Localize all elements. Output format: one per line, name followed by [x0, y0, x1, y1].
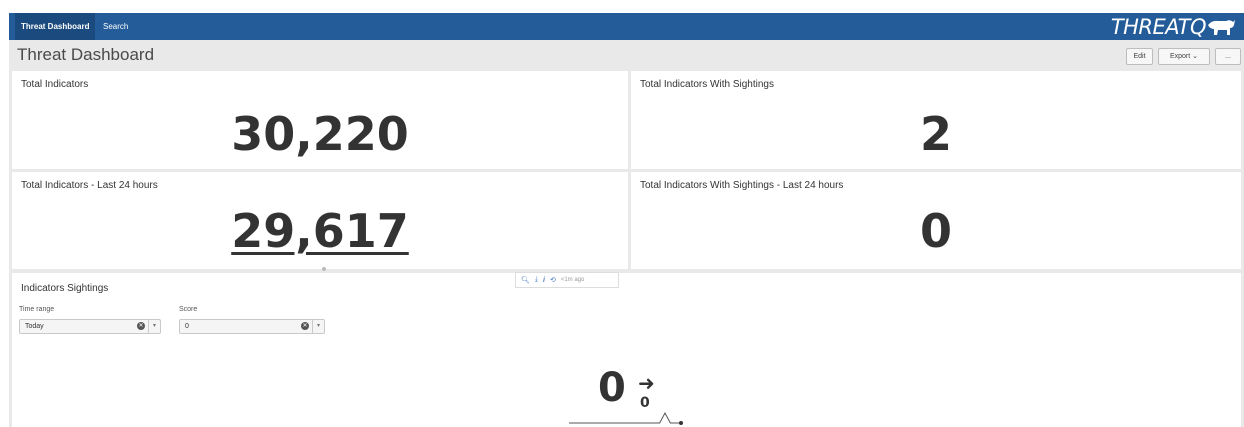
single-value: 2: [919, 107, 952, 161]
clear-icon[interactable]: ✕: [301, 322, 309, 330]
panel-total-sightings: Total Indicators With Sightings 2: [631, 71, 1241, 169]
panel-title: Total Indicators With Sightings: [640, 79, 774, 90]
panel-title: Indicators Sightings: [21, 283, 109, 294]
refresh-icon[interactable]: ⟲: [550, 276, 556, 284]
logo-text: THREATQ: [1110, 15, 1207, 39]
panel-title: Total Indicators: [21, 79, 89, 90]
panel-sightings-last24: Total Indicators With Sightings - Last 2…: [631, 172, 1241, 269]
export-label: Export: [1169, 53, 1191, 60]
time-range-select[interactable]: Today ✕ ▾: [19, 319, 161, 334]
panel-last24: Total Indicators - Last 24 hours 29,617: [12, 172, 628, 269]
search-icon[interactable]: 🔍︎: [521, 276, 530, 284]
more-button[interactable]: ...: [1215, 48, 1241, 65]
single-value-link[interactable]: 29,617: [12, 204, 628, 258]
info-icon[interactable]: i: [543, 277, 545, 284]
edit-button[interactable]: Edit: [1126, 48, 1153, 65]
score-label: Score: [179, 306, 198, 313]
sparkline: [569, 411, 683, 425]
sparkline-line: [569, 411, 681, 424]
delta-value: 0: [640, 395, 650, 411]
panel-indicators-sightings: Indicators Sightings: [12, 273, 1241, 427]
page-title: Threat Dashboard: [17, 45, 155, 64]
score-select[interactable]: 0 ✕ ▾: [179, 319, 325, 334]
panel-toolbar: 🔍︎ ⤓ i ⟲ <1m ago: [515, 272, 619, 288]
chevron-down-icon: ⌄: [1192, 53, 1199, 60]
bull-logo-icon: [1208, 20, 1235, 35]
caret-down-icon[interactable]: ▾: [148, 320, 160, 333]
time-range-label: Time range: [19, 306, 55, 313]
last-updated: <1m ago: [560, 277, 585, 283]
tab-search[interactable]: Search: [97, 13, 134, 40]
top-nav: Threat Dashboard Search THREATQ: [9, 13, 1244, 40]
tab-threat-dashboard[interactable]: Threat Dashboard: [15, 13, 96, 40]
panel-total-indicators: Total Indicators 30,220: [12, 71, 628, 169]
clear-icon[interactable]: ✕: [137, 322, 145, 330]
single-value: 0: [919, 204, 952, 258]
arrow-right-icon: ➜: [638, 373, 655, 395]
caret-down-icon[interactable]: ▾: [312, 320, 324, 333]
resize-handle[interactable]: [322, 267, 326, 271]
score-value: 0: [185, 323, 189, 330]
threatq-logo: THREATQ: [1111, 14, 1236, 40]
dashboard-app: Threat Dashboard Search THREATQ Threat D…: [9, 13, 1244, 427]
export-button[interactable]: Export ⌄: [1158, 48, 1210, 65]
time-range-value: Today: [25, 323, 44, 330]
panel-title: Total Indicators With Sightings - Last 2…: [640, 180, 844, 191]
single-value: 30,220: [231, 107, 409, 161]
panel-title: Total Indicators - Last 24 hours: [21, 180, 158, 191]
sightings-single-value: 0: [598, 365, 626, 411]
sparkline-endpoint: [679, 421, 683, 425]
download-icon[interactable]: ⤓: [535, 276, 538, 284]
